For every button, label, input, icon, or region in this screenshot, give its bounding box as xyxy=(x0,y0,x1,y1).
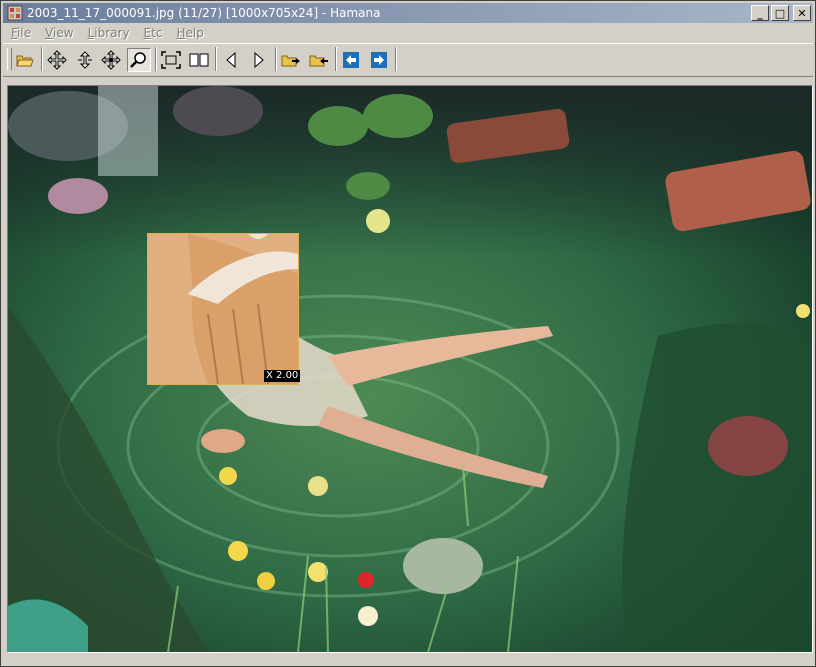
menu-view[interactable]: View xyxy=(37,24,79,42)
next-folder-icon xyxy=(309,55,328,67)
pan-button[interactable] xyxy=(45,48,69,72)
magnifier-lens[interactable] xyxy=(147,233,299,385)
status-bar xyxy=(3,655,813,665)
app-icon xyxy=(7,5,23,21)
previous-folder-icon xyxy=(281,55,300,67)
menu-file[interactable]: File xyxy=(3,24,37,42)
fit-screen-button[interactable] xyxy=(159,48,183,72)
previous-button[interactable] xyxy=(219,48,243,72)
magnified-view xyxy=(148,234,298,384)
title-bar[interactable]: 2003_11_17_000091.jpg (11/27) [1000x705x… xyxy=(3,3,813,23)
menu-library[interactable]: Library xyxy=(80,24,136,42)
previous-icon xyxy=(226,52,236,68)
rotate-ccw-icon xyxy=(101,50,121,70)
close-button[interactable]: ✕ xyxy=(793,5,811,21)
menu-help[interactable]: Help xyxy=(168,24,209,42)
toolbar-separator xyxy=(215,47,217,71)
two-page-icon xyxy=(189,53,209,67)
app-window: 2003_11_17_000091.jpg (11/27) [1000x705x… xyxy=(0,0,816,667)
window-title: 2003_11_17_000091.jpg (11/27) [1000x705x… xyxy=(27,6,381,20)
last-image-icon xyxy=(371,52,387,68)
previous-folder-button[interactable] xyxy=(279,48,303,72)
close-icon: ✕ xyxy=(797,6,807,20)
zoom-level-label: X 2.00 xyxy=(264,370,301,382)
minimize-button[interactable]: _ xyxy=(751,5,769,21)
rotate-ccw-button[interactable] xyxy=(99,48,123,72)
two-page-button[interactable] xyxy=(187,48,211,72)
toolbar-separator xyxy=(395,47,397,71)
fit-screen-icon xyxy=(161,51,181,69)
toolbar-separator xyxy=(155,47,157,71)
open-folder-icon xyxy=(16,55,34,67)
toolbar-separator xyxy=(275,47,277,71)
next-folder-button[interactable] xyxy=(307,48,331,72)
maximize-button[interactable]: □ xyxy=(771,5,789,21)
next-button[interactable] xyxy=(247,48,271,72)
pan-icon xyxy=(47,50,67,70)
toolbar-grip[interactable] xyxy=(7,48,12,70)
toolbar-separator xyxy=(41,47,43,71)
last-image-button[interactable] xyxy=(367,48,391,72)
menu-etc[interactable]: Etc xyxy=(136,24,169,42)
painting-image xyxy=(8,86,812,652)
magnifier-button[interactable] xyxy=(127,48,151,72)
rotate-cw-icon xyxy=(78,51,92,69)
minimize-icon: _ xyxy=(757,6,763,20)
menu-bar: File View Library Etc Help xyxy=(3,24,813,42)
image-viewer[interactable]: X 2.00 xyxy=(7,85,813,653)
toolbar-separator xyxy=(335,47,337,71)
toolbar xyxy=(3,43,813,77)
maximize-icon: □ xyxy=(774,6,786,20)
magnifier-icon xyxy=(130,52,146,68)
rotate-cw-button[interactable] xyxy=(73,48,97,72)
open-folder-button[interactable] xyxy=(13,48,37,72)
first-image-icon xyxy=(343,52,359,68)
first-image-button[interactable] xyxy=(339,48,363,72)
next-icon xyxy=(254,52,264,68)
